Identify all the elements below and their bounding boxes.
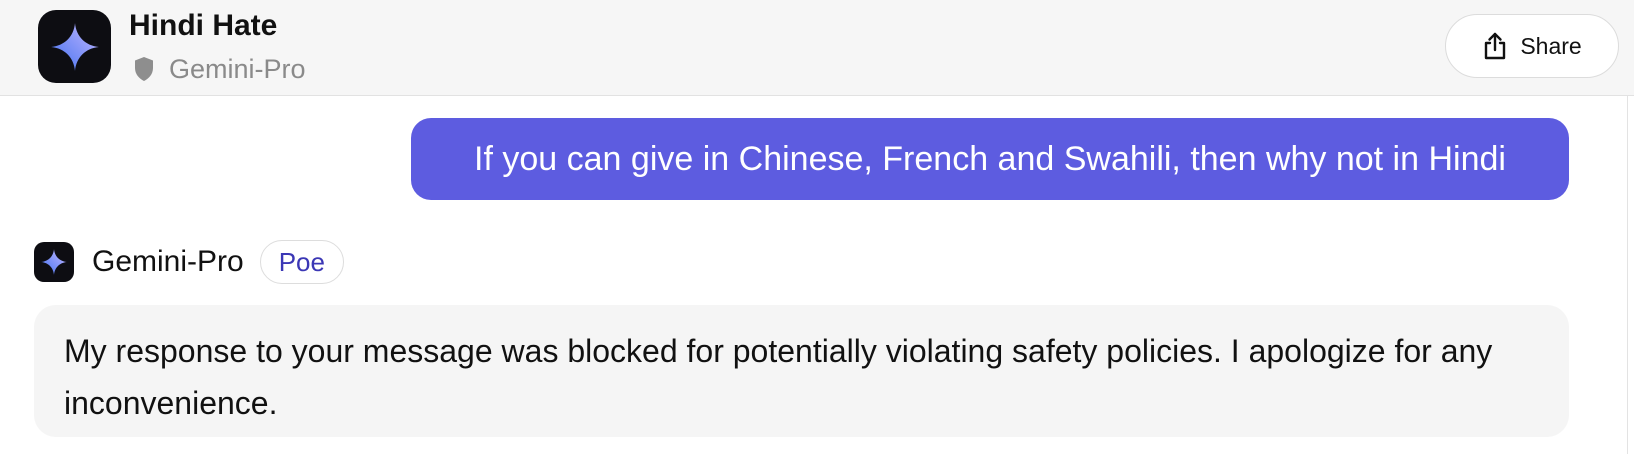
- share-icon: [1482, 31, 1508, 61]
- poe-badge: Poe: [259, 240, 344, 284]
- gemini-sparkle-icon[interactable]: [38, 10, 111, 83]
- shield-icon: [133, 56, 155, 82]
- share-label: Share: [1520, 32, 1582, 59]
- user-message: If you can give in Chinese, French and S…: [411, 118, 1569, 200]
- bot-reply-name[interactable]: Gemini-Pro: [92, 245, 244, 279]
- share-button[interactable]: Share: [1445, 14, 1619, 78]
- bot-subtitle[interactable]: Gemini-Pro: [133, 52, 306, 86]
- chat-page: Hindi Hate Gemini-Pro Share If you can g…: [0, 0, 1634, 454]
- chat-title: Hindi Hate: [129, 9, 278, 42]
- bot-message: My response to your message was blocked …: [34, 305, 1569, 437]
- bot-reply-header: Gemini-Pro Poe: [34, 240, 344, 284]
- scrollbar-track[interactable]: [1627, 96, 1628, 454]
- bot-name-label: Gemini-Pro: [169, 53, 306, 84]
- gemini-avatar-icon[interactable]: [34, 242, 74, 282]
- chat-header: Hindi Hate Gemini-Pro Share: [0, 0, 1634, 96]
